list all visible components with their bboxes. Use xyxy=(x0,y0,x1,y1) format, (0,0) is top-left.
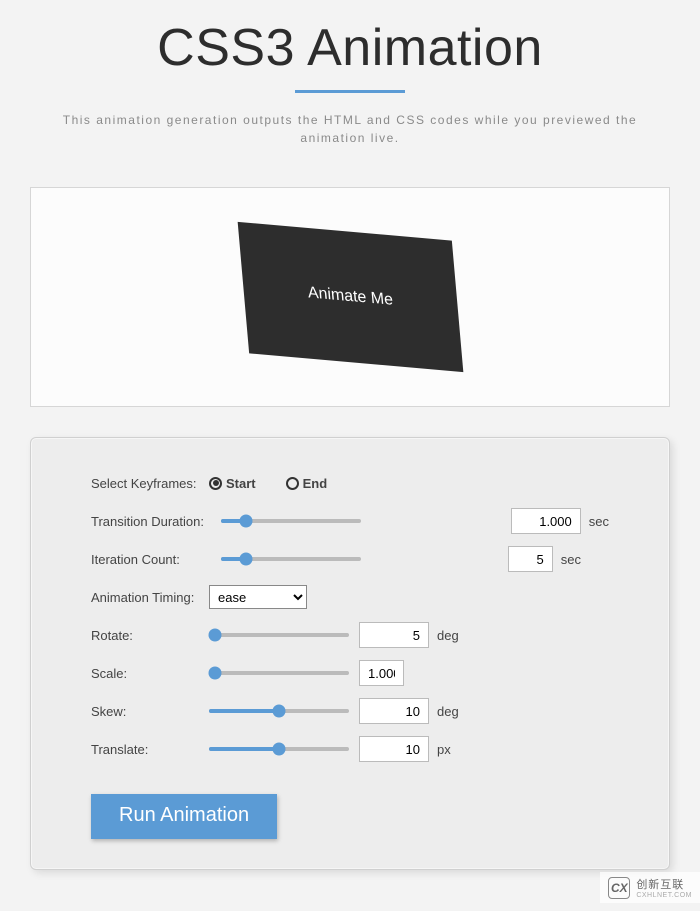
run-animation-button[interactable]: Run Animation xyxy=(91,794,277,839)
keyframe-end-radio[interactable]: End xyxy=(286,476,328,491)
duration-slider[interactable] xyxy=(221,519,361,523)
iteration-input[interactable] xyxy=(508,546,553,572)
scale-row: Scale: xyxy=(91,656,609,690)
timing-label: Animation Timing: xyxy=(91,590,209,605)
keyframe-start-radio[interactable]: Start xyxy=(209,476,256,491)
skew-input[interactable] xyxy=(359,698,429,724)
watermark-text-sub: CXHLNET.COM xyxy=(636,892,692,899)
radio-icon xyxy=(209,477,222,490)
duration-unit: sec xyxy=(589,514,609,529)
translate-label: Translate: xyxy=(91,742,209,757)
skew-unit: deg xyxy=(437,704,459,719)
rotate-slider[interactable] xyxy=(209,633,349,637)
translate-unit: px xyxy=(437,742,451,757)
slider-thumb[interactable] xyxy=(208,667,221,680)
iteration-label: Iteration Count: xyxy=(91,552,209,567)
keyframes-label: Select Keyframes: xyxy=(91,476,209,491)
slider-thumb[interactable] xyxy=(208,629,221,642)
iteration-unit: sec xyxy=(561,552,581,567)
keyframe-end-label: End xyxy=(303,476,328,491)
timing-row: Animation Timing: ease xyxy=(91,580,609,614)
duration-label: Transition Duration: xyxy=(91,514,209,529)
rotate-unit: deg xyxy=(437,628,459,643)
watermark-text-main: 创新互联 xyxy=(636,876,692,892)
keyframes-row: Select Keyframes: Start End xyxy=(91,466,609,500)
keyframes-radio-group: Start End xyxy=(209,476,327,491)
rotate-row: Rotate: deg xyxy=(91,618,609,652)
rotate-input[interactable] xyxy=(359,622,429,648)
iteration-row: Iteration Count: sec xyxy=(91,542,609,576)
keyframe-start-label: Start xyxy=(226,476,256,491)
timing-select[interactable]: ease xyxy=(209,585,307,609)
skew-slider[interactable] xyxy=(209,709,349,713)
scale-input[interactable] xyxy=(359,660,404,686)
iteration-slider[interactable] xyxy=(221,557,361,561)
skew-label: Skew: xyxy=(91,704,209,719)
duration-input[interactable] xyxy=(511,508,581,534)
page-title: CSS3 Animation xyxy=(0,18,700,78)
watermark-logo-icon: CX xyxy=(608,877,630,899)
page-subtitle: This animation generation outputs the HT… xyxy=(0,111,700,147)
slider-thumb[interactable] xyxy=(273,743,286,756)
watermark: CX 创新互联 CXHLNET.COM xyxy=(600,872,700,903)
slider-fill xyxy=(209,747,279,751)
translate-row: Translate: px xyxy=(91,732,609,766)
slider-thumb[interactable] xyxy=(240,515,253,528)
animate-box: Animate Me xyxy=(237,222,463,372)
title-underline xyxy=(295,90,405,93)
translate-slider[interactable] xyxy=(209,747,349,751)
duration-row: Transition Duration: sec xyxy=(91,504,609,538)
controls-panel: Select Keyframes: Start End Transition D… xyxy=(30,437,670,870)
radio-icon xyxy=(286,477,299,490)
rotate-label: Rotate: xyxy=(91,628,209,643)
slider-thumb[interactable] xyxy=(240,553,253,566)
translate-input[interactable] xyxy=(359,736,429,762)
skew-row: Skew: deg xyxy=(91,694,609,728)
slider-fill xyxy=(209,709,279,713)
scale-slider[interactable] xyxy=(209,671,349,675)
animate-box-label: Animate Me xyxy=(307,284,394,310)
slider-thumb[interactable] xyxy=(273,705,286,718)
preview-panel: Animate Me xyxy=(30,187,670,407)
scale-label: Scale: xyxy=(91,666,209,681)
